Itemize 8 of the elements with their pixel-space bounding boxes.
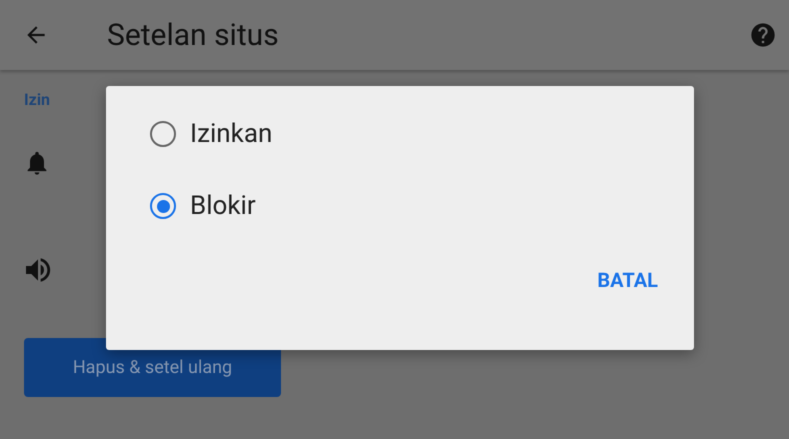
page-title: Setelan situs xyxy=(107,18,280,52)
radio-button[interactable] xyxy=(150,193,176,219)
option-label[interactable]: Izinkan xyxy=(190,119,272,149)
radio-button[interactable] xyxy=(150,121,176,147)
section-heading: Izin xyxy=(24,90,50,109)
help-icon[interactable] xyxy=(749,21,777,49)
cancel-button[interactable]: BATAL xyxy=(597,262,658,298)
option-label[interactable]: Blokir xyxy=(190,191,256,221)
